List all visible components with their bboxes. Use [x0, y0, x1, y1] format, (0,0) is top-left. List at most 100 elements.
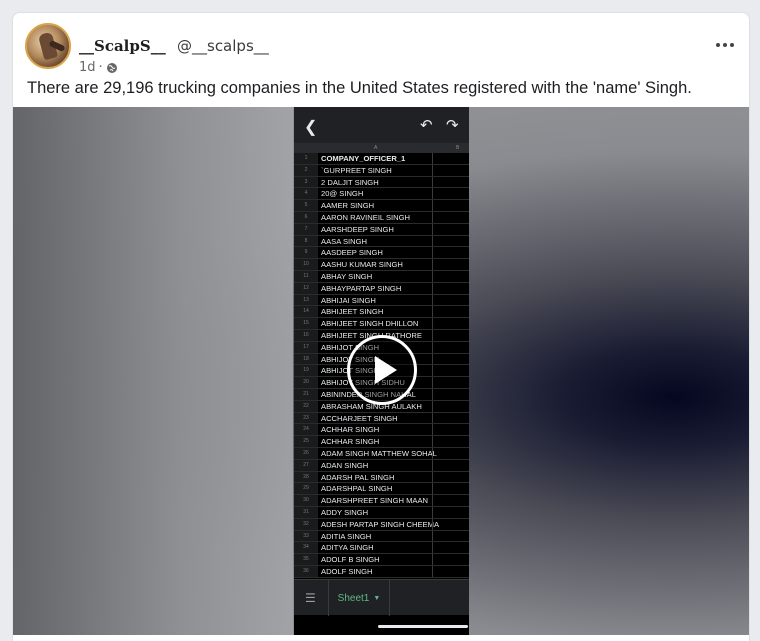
- row-number: 15: [294, 318, 318, 329]
- table-row[interactable]: 36 ADOLF SINGH: [294, 565, 469, 578]
- table-row[interactable]: 31 ADDY SINGH: [294, 506, 469, 519]
- table-row[interactable]: 13 ABHIJAI SINGH: [294, 294, 469, 307]
- table-row[interactable]: 11 ABHAY SINGH: [294, 270, 469, 283]
- row-number: 13: [294, 294, 318, 306]
- column-divider: [432, 495, 433, 506]
- cell-value[interactable]: AARON RAVINEIL SINGH: [321, 212, 410, 224]
- sheet-tab[interactable]: Sheet1 ▼: [328, 580, 390, 616]
- column-divider: [432, 270, 433, 282]
- table-row[interactable]: 33 ADITIA SINGH: [294, 530, 469, 543]
- table-row[interactable]: 24 ACHHAR SINGH: [294, 424, 469, 437]
- cell-value[interactable]: COMPANY_OFFICER_1: [321, 153, 405, 165]
- row-number: 36: [294, 565, 318, 577]
- table-row[interactable]: 26 ADAM SINGH MATTHEW SOHAL: [294, 447, 469, 460]
- column-divider: [432, 459, 433, 471]
- cell-value[interactable]: ADARSHPREET SINGH MAAN: [321, 495, 428, 507]
- column-divider: [432, 353, 433, 365]
- table-row[interactable]: 5 AAMER SINGH: [294, 200, 469, 212]
- column-divider: [432, 471, 433, 483]
- table-row[interactable]: 29 ADARSHPAL SINGH: [294, 483, 469, 496]
- column-divider: [432, 259, 433, 270]
- table-row[interactable]: 32 ADESH PARTAP SINGH CHEEMA: [294, 518, 469, 531]
- table-row[interactable]: 28 ADARSH PAL SINGH: [294, 471, 469, 484]
- cell-value[interactable]: ABHIJEET SINGH DHILLON: [321, 318, 418, 330]
- table-row[interactable]: 7 AARSHDEEP SINGH: [294, 223, 469, 236]
- cell-value[interactable]: 2 DALJIT SINGH: [321, 177, 379, 189]
- table-row[interactable]: 34 ADITYA SINGH: [294, 542, 469, 555]
- row-number: 29: [294, 483, 318, 495]
- row-number: 3: [294, 176, 318, 188]
- post-time[interactable]: 1d: [79, 60, 96, 75]
- cell-value[interactable]: ADAN SINGH: [321, 460, 368, 472]
- column-divider: [432, 341, 433, 353]
- home-indicator: [378, 625, 468, 628]
- undo-icon[interactable]: ↶: [420, 116, 433, 134]
- sheet-tab-label: Sheet1: [337, 592, 370, 604]
- cell-value[interactable]: ABHAY SINGH: [321, 271, 372, 283]
- cell-value[interactable]: ABHAYPARTAP SINGH: [321, 283, 401, 295]
- column-divider: [432, 554, 433, 565]
- column-a-label: A: [374, 145, 378, 151]
- cell-value[interactable]: AASA SINGH: [321, 236, 367, 248]
- cell-value[interactable]: ACHHAR SINGH: [321, 436, 379, 448]
- column-divider: [432, 377, 433, 388]
- column-divider: [432, 530, 433, 542]
- table-row[interactable]: 27 ADAN SINGH: [294, 459, 469, 472]
- more-options-icon[interactable]: [713, 37, 737, 53]
- table-row[interactable]: 15 ABHIJEET SINGH DHILLON: [294, 318, 469, 330]
- cell-value[interactable]: AAMER SINGH: [321, 200, 374, 212]
- table-row[interactable]: 35 ADOLF B SINGH: [294, 554, 469, 566]
- cell-value[interactable]: ADOLF SINGH: [321, 566, 372, 578]
- cell-value[interactable]: ADITYA SINGH: [321, 542, 374, 554]
- cell-value[interactable]: 20@ SINGH: [321, 188, 363, 200]
- author-handle[interactable]: @__scalps__: [177, 37, 269, 55]
- table-row[interactable]: 14 ABHIJEET SINGH: [294, 306, 469, 319]
- column-divider: [432, 188, 433, 200]
- cell-value[interactable]: ACCHARJEET SINGH: [321, 413, 398, 425]
- cell-value[interactable]: AARSHDEEP SINGH: [321, 224, 394, 236]
- table-row[interactable]: 9 AASDEEP SINGH: [294, 247, 469, 260]
- table-row[interactable]: 2 `GURPREET SINGH: [294, 164, 469, 177]
- cell-value[interactable]: ADDY SINGH: [321, 507, 368, 519]
- column-divider: [432, 282, 433, 294]
- sheet-tab-bar: ☰ Sheet1 ▼: [294, 579, 469, 616]
- table-row[interactable]: 1 COMPANY_OFFICER_1: [294, 153, 469, 165]
- row-number: 11: [294, 270, 318, 282]
- table-row[interactable]: 32 DALJIT SINGH: [294, 176, 469, 189]
- cell-value[interactable]: ADAM SINGH MATTHEW SOHAL: [321, 448, 437, 460]
- row-number: 2: [294, 164, 318, 176]
- cell-value[interactable]: ABHIJEET SINGH: [321, 306, 383, 318]
- row-number: 6: [294, 211, 318, 223]
- cell-value[interactable]: ADESH PARTAP SINGH CHEEMA: [321, 519, 439, 531]
- sheets-list-icon[interactable]: ☰: [305, 591, 316, 605]
- cell-value[interactable]: ADOLF B SINGH: [321, 554, 380, 566]
- table-row[interactable]: 23 ACCHARJEET SINGH: [294, 412, 469, 425]
- column-divider: [432, 388, 433, 400]
- table-row[interactable]: 6 AARON RAVINEIL SINGH: [294, 211, 469, 224]
- redo-icon[interactable]: ↷: [446, 116, 459, 134]
- cell-value[interactable]: ABHIJAI SINGH: [321, 295, 376, 307]
- cell-value[interactable]: ADITIA SINGH: [321, 531, 371, 543]
- cell-value[interactable]: AASHU KUMAR SINGH: [321, 259, 403, 271]
- avatar[interactable]: [25, 23, 71, 69]
- table-row[interactable]: 4 20@ SINGH: [294, 188, 469, 201]
- video-player[interactable]: ❮ ↶ ↷ A B 1 COMPANY_OFFICER_1 2 `GURPREET S…: [13, 107, 749, 635]
- cell-value[interactable]: ACHHAR SINGH: [321, 424, 379, 436]
- table-row[interactable]: 10 AASHU KUMAR SINGH: [294, 259, 469, 271]
- cell-value[interactable]: ADARSHPAL SINGH: [321, 483, 392, 495]
- cell-value[interactable]: AASDEEP SINGH: [321, 247, 383, 259]
- row-number: 30: [294, 495, 318, 506]
- column-divider: [432, 223, 433, 235]
- table-row[interactable]: 25 ACHHAR SINGH: [294, 436, 469, 448]
- column-divider: [432, 200, 433, 211]
- table-row[interactable]: 8 AASA SINGH: [294, 235, 469, 248]
- spreadsheet-toolbar: ❮ ↶ ↷: [294, 107, 469, 143]
- back-arrow-icon[interactable]: ❮: [304, 117, 317, 137]
- table-row[interactable]: 30 ADARSHPREET SINGH MAAN: [294, 495, 469, 507]
- author-name[interactable]: __ScalpS__: [79, 37, 166, 55]
- row-number: 7: [294, 223, 318, 235]
- play-button[interactable]: [347, 335, 417, 405]
- table-row[interactable]: 12 ABHAYPARTAP SINGH: [294, 282, 469, 295]
- cell-value[interactable]: ADARSH PAL SINGH: [321, 472, 394, 484]
- cell-value[interactable]: `GURPREET SINGH: [321, 165, 392, 177]
